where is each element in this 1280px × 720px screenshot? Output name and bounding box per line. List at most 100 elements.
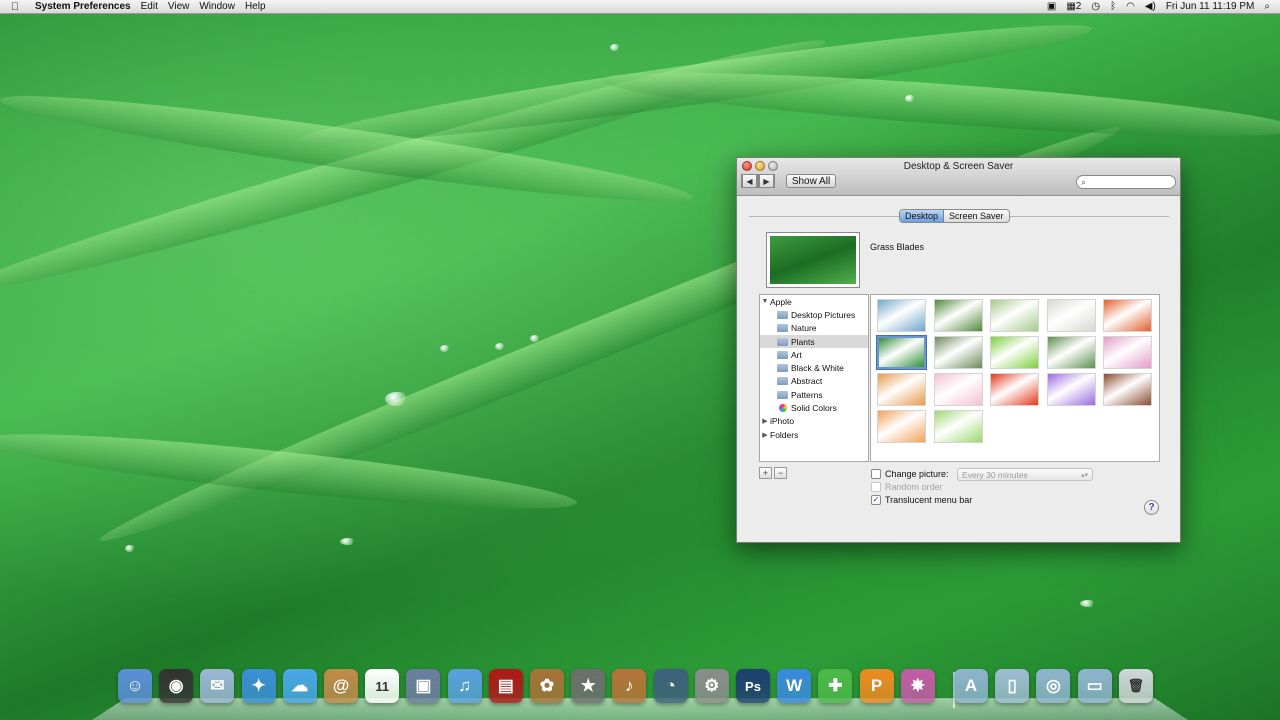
search-input[interactable] bbox=[1089, 177, 1170, 187]
documents-stack-icon[interactable]: ▯ bbox=[995, 669, 1030, 703]
menu-edit[interactable]: Edit bbox=[141, 1, 168, 12]
finder-icon[interactable]: ☺ bbox=[118, 669, 152, 703]
photoshop-icon[interactable]: Ps bbox=[736, 669, 770, 703]
picture-thumbnail[interactable] bbox=[1046, 299, 1096, 332]
dashboard-icon[interactable]: ◉ bbox=[159, 669, 194, 703]
sidebar-item[interactable]: Art bbox=[760, 348, 868, 361]
front-row-icon[interactable]: ▤ bbox=[488, 669, 523, 703]
sidebar-item[interactable]: Nature bbox=[760, 322, 868, 335]
picture-thumbnail[interactable] bbox=[877, 373, 926, 406]
change-picture-checkbox[interactable] bbox=[871, 469, 881, 479]
folder-stack-icon[interactable]: ▭ bbox=[1077, 669, 1112, 703]
apple-menu-icon[interactable]:  bbox=[0, 1, 30, 13]
preview-icon[interactable]: ▣ bbox=[406, 669, 441, 703]
search-field[interactable]: ⌕ bbox=[1076, 175, 1176, 189]
time-machine-icon[interactable]: ◔ bbox=[653, 669, 688, 703]
iweb-icon[interactable]: W bbox=[777, 669, 812, 703]
change-picture-option[interactable]: Change picture: bbox=[871, 469, 949, 479]
sidebar-item[interactable]: ▶ Folders bbox=[760, 428, 868, 441]
menu-help[interactable]: Help bbox=[245, 1, 276, 12]
picture-thumbnail[interactable] bbox=[1046, 336, 1096, 369]
color-wheel-icon bbox=[779, 404, 787, 413]
garageband-icon[interactable]: ♪ bbox=[612, 669, 647, 703]
sidebar-item-label: Patterns bbox=[791, 389, 823, 400]
picture-thumbnail[interactable] bbox=[933, 299, 983, 332]
trash-icon[interactable]: 🗑 bbox=[1118, 669, 1153, 703]
picture-thumbnail[interactable] bbox=[1103, 336, 1152, 369]
numbers-icon[interactable]: ✚ bbox=[818, 669, 853, 703]
random-order-option[interactable]: Random order bbox=[871, 482, 943, 492]
back-arrow-icon: ◀ bbox=[742, 174, 757, 188]
disclosure-closed-icon[interactable]: ▶ bbox=[760, 431, 770, 439]
sidebar-item[interactable]: ▶ iPhoto bbox=[760, 415, 868, 428]
grass-blade bbox=[0, 420, 579, 523]
add-folder-button[interactable]: + bbox=[759, 467, 772, 479]
screen-mirror-icon[interactable]: ▣ bbox=[1047, 1, 1056, 12]
translucent-menu-bar-option[interactable]: ✓ Translucent menu bar bbox=[871, 495, 972, 505]
picture-thumbnail[interactable] bbox=[990, 373, 1039, 406]
bluetooth-icon[interactable]: ᛒ bbox=[1110, 1, 1116, 12]
iphoto-icon[interactable]: ✿ bbox=[530, 669, 564, 703]
menu-extras: ▣ ▦2 ◷ ᛒ ◠ ◀) Fri Jun 11 11:19 PM ⌕ bbox=[1047, 1, 1280, 12]
random-order-checkbox[interactable] bbox=[871, 482, 881, 492]
clock[interactable]: Fri Jun 11 11:19 PM bbox=[1166, 1, 1255, 12]
current-wallpaper-preview bbox=[766, 232, 860, 288]
grass-blade bbox=[598, 60, 1280, 149]
show-all-button[interactable]: Show All bbox=[786, 174, 836, 188]
mail-icon[interactable]: ✉ bbox=[200, 669, 235, 703]
pages-icon[interactable]: P bbox=[859, 669, 894, 703]
downloads-stack-icon[interactable]: ◎ bbox=[1036, 669, 1071, 703]
help-button[interactable]: ? bbox=[1144, 500, 1159, 515]
picture-thumbnail[interactable] bbox=[990, 336, 1039, 369]
sidebar-item[interactable]: ▼ Apple bbox=[760, 295, 868, 308]
translucent-menu-bar-checkbox[interactable]: ✓ bbox=[871, 495, 881, 505]
ical-icon[interactable]: 11 bbox=[365, 669, 400, 703]
volume-icon[interactable]: ◀) bbox=[1145, 1, 1156, 12]
imovie-icon[interactable]: ★ bbox=[571, 669, 606, 703]
tab-desktop[interactable]: Desktop bbox=[900, 210, 945, 222]
picture-thumbnail[interactable] bbox=[933, 410, 983, 443]
sidebar-item-label: Abstract bbox=[791, 376, 823, 387]
sidebar-item-label: Black & White bbox=[791, 363, 844, 374]
picture-thumbnail[interactable] bbox=[877, 299, 926, 332]
time-machine-menu-icon[interactable]: ◷ bbox=[1091, 1, 1100, 12]
sidebar-item[interactable]: Desktop Pictures bbox=[760, 308, 868, 321]
disclosure-closed-icon[interactable]: ▶ bbox=[760, 417, 770, 425]
picture-thumbnail[interactable] bbox=[933, 336, 983, 369]
tab-screen-saver[interactable]: Screen Saver bbox=[944, 210, 1009, 222]
system-preferences-icon[interactable]: ⚙ bbox=[694, 669, 729, 703]
safari-icon[interactable]: ✦ bbox=[241, 669, 276, 703]
folder-icon bbox=[777, 377, 788, 386]
address-book-icon[interactable]: @ bbox=[324, 669, 358, 703]
sidebar-item[interactable]: Patterns bbox=[760, 388, 868, 401]
menu-bar:  System Preferences Edit View Window He… bbox=[0, 0, 1280, 14]
back-button[interactable]: ◀ bbox=[741, 174, 758, 188]
sidebar-item[interactable]: Plants bbox=[760, 334, 868, 349]
menu-window[interactable]: Window bbox=[199, 1, 245, 12]
spaces-menu[interactable]: ▦2 bbox=[1066, 1, 1081, 12]
picture-thumbnail[interactable] bbox=[933, 373, 983, 406]
picture-thumbnail[interactable] bbox=[1103, 299, 1152, 332]
folder-icon bbox=[777, 390, 788, 399]
picture-thumbnail[interactable] bbox=[990, 299, 1039, 332]
ichat-icon[interactable]: ☁ bbox=[282, 669, 317, 703]
picture-thumbnail[interactable] bbox=[876, 335, 927, 370]
sidebar-item[interactable]: Abstract bbox=[760, 375, 868, 388]
applications-stack-icon[interactable]: A bbox=[954, 669, 988, 703]
forward-button[interactable]: ▶ bbox=[758, 174, 775, 188]
picture-thumbnail[interactable] bbox=[1103, 373, 1152, 406]
picture-thumbnail[interactable] bbox=[1046, 373, 1096, 406]
menu-view[interactable]: View bbox=[168, 1, 200, 12]
disclosure-open-icon[interactable]: ▼ bbox=[760, 298, 770, 305]
menu-app-name[interactable]: System Preferences bbox=[30, 1, 141, 12]
itunes-icon[interactable]: ♫ bbox=[447, 669, 482, 703]
translucent-menu-bar-label: Translucent menu bar bbox=[885, 495, 973, 505]
spotlight-icon[interactable]: ⌕ bbox=[1264, 1, 1270, 12]
iphoto-slideshow-icon[interactable]: ✸ bbox=[900, 669, 935, 703]
change-interval-select[interactable]: Every 30 minutes ▴▾ bbox=[957, 468, 1093, 481]
picture-thumbnail[interactable] bbox=[877, 410, 926, 443]
wifi-icon[interactable]: ◠ bbox=[1126, 1, 1135, 12]
remove-folder-button[interactable]: − bbox=[774, 467, 787, 479]
sidebar-item[interactable]: Black & White bbox=[760, 361, 868, 374]
sidebar-item[interactable]: Solid Colors bbox=[760, 401, 868, 414]
